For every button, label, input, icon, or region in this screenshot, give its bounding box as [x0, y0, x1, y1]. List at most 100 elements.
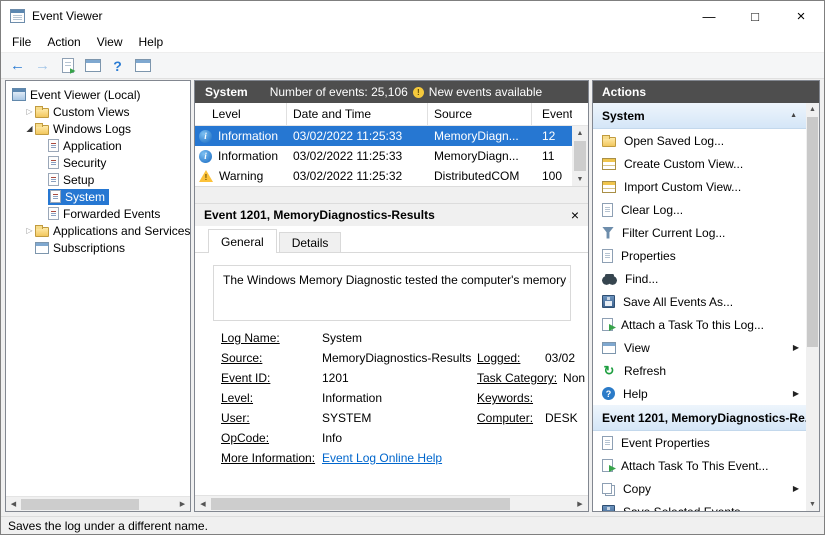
- action-help[interactable]: ? Help ▶: [593, 382, 806, 405]
- tree-label: Application: [63, 139, 122, 153]
- action-copy[interactable]: Copy ▶: [593, 477, 806, 500]
- forward-button[interactable]: →: [31, 55, 54, 77]
- tree-horizontal-scrollbar[interactable]: ◀ ▶: [6, 496, 190, 511]
- tree-item-setup[interactable]: Setup: [6, 171, 190, 188]
- console-tree-toggle-button[interactable]: [81, 55, 104, 77]
- action-view[interactable]: View ▶: [593, 336, 806, 359]
- tree-item-security[interactable]: Security: [6, 154, 190, 171]
- tree-item-forwarded-events[interactable]: Forwarded Events: [6, 205, 190, 222]
- table-row[interactable]: i Information 03/02/2022 11:25:33 Memory…: [195, 146, 588, 166]
- back-button[interactable]: ←: [6, 55, 29, 77]
- menu-file[interactable]: File: [4, 33, 39, 51]
- datetime-cell: 03/02/2022 11:25:33: [287, 149, 428, 163]
- column-header-event-id[interactable]: Event: [532, 103, 572, 125]
- action-filter-current-log[interactable]: Filter Current Log...: [593, 221, 806, 244]
- menubar: File Action View Help: [1, 31, 824, 52]
- field-label: Source:: [221, 351, 262, 365]
- chevron-collapsed-icon[interactable]: ▷: [24, 107, 35, 116]
- action-event-properties[interactable]: Event Properties: [593, 431, 806, 454]
- actions-vertical-scrollbar[interactable]: ▲ ▼: [806, 103, 819, 511]
- column-header-level[interactable]: Level: [195, 103, 287, 125]
- chevron-expanded-icon[interactable]: ◢: [24, 124, 35, 133]
- properties-icon: [602, 249, 613, 263]
- scroll-down-icon[interactable]: ▼: [806, 498, 819, 511]
- action-import-custom-view[interactable]: Import Custom View...: [593, 175, 806, 198]
- level-text: Information: [218, 149, 278, 163]
- export-list-button[interactable]: [56, 55, 79, 77]
- list-vertical-scrollbar[interactable]: ▲ ▼: [572, 126, 588, 186]
- scrollbar-thumb[interactable]: [21, 499, 139, 510]
- scrollbar-thumb[interactable]: [211, 498, 510, 510]
- help-button[interactable]: ?: [106, 55, 129, 77]
- action-pane-toggle-button[interactable]: [131, 55, 154, 77]
- chevron-collapsed-icon[interactable]: ▷: [24, 226, 35, 235]
- new-events-icon: !: [413, 87, 424, 98]
- tree-item-applications-and-services-logs[interactable]: ▷ Applications and Services Log: [6, 222, 190, 239]
- action-label: Create Custom View...: [624, 157, 802, 171]
- selected-tree-item-highlight: System: [48, 189, 109, 205]
- column-header-source[interactable]: Source: [428, 103, 532, 125]
- action-clear-log[interactable]: Clear Log...: [593, 198, 806, 221]
- action-save-selected-events[interactable]: Save Selected Events...: [593, 500, 806, 511]
- action-create-custom-view[interactable]: Create Custom View...: [593, 152, 806, 175]
- copy-icon: [602, 483, 612, 494]
- tab-details[interactable]: Details: [279, 232, 342, 253]
- detail-horizontal-scrollbar[interactable]: ◀ ▶: [195, 495, 588, 511]
- tree-item-application[interactable]: Application: [6, 137, 190, 154]
- field-label: Event ID:: [221, 371, 270, 385]
- field-label: OpCode:: [221, 431, 269, 445]
- datetime-cell: 03/02/2022 11:25:32: [287, 169, 428, 183]
- attach-task-icon: [602, 318, 613, 331]
- event-message-box[interactable]: The Windows Memory Diagnostic tested the…: [213, 265, 571, 321]
- scroll-up-icon[interactable]: ▲: [572, 126, 588, 140]
- table-row[interactable]: i Information 03/02/2022 11:25:33 Memory…: [195, 126, 588, 146]
- action-find[interactable]: Find...: [593, 267, 806, 290]
- filter-funnel-icon: [602, 227, 614, 239]
- actions-section-system[interactable]: System ▲: [593, 103, 806, 129]
- collapse-chevron-icon[interactable]: ▲: [784, 112, 797, 119]
- action-properties[interactable]: Properties: [593, 244, 806, 267]
- action-attach-task-to-event[interactable]: Attach Task To This Event...: [593, 454, 806, 477]
- tab-general[interactable]: General: [208, 229, 277, 253]
- maximize-button[interactable]: □: [732, 1, 778, 31]
- table-row[interactable]: ! Warning 03/02/2022 11:25:32 Distribute…: [195, 166, 588, 186]
- field-label: Logged:: [477, 351, 539, 365]
- actions-section-event[interactable]: Event 1201, MemoryDiagnostics-Re... ▲: [593, 405, 806, 431]
- menu-view[interactable]: View: [89, 33, 131, 51]
- detail-close-icon[interactable]: ×: [563, 207, 579, 223]
- event-log-online-help-link[interactable]: Event Log Online Help: [322, 451, 442, 465]
- close-button[interactable]: ×: [778, 1, 824, 31]
- scroll-up-icon[interactable]: ▲: [806, 103, 819, 116]
- action-attach-task-to-log[interactable]: Attach a Task To this Log...: [593, 313, 806, 336]
- menu-action[interactable]: Action: [39, 33, 88, 51]
- scroll-right-icon[interactable]: ▶: [572, 496, 588, 512]
- tree-label: Applications and Services Log: [53, 224, 190, 238]
- menu-help[interactable]: Help: [131, 33, 172, 51]
- scroll-right-icon[interactable]: ▶: [175, 497, 190, 512]
- field-label: Level:: [221, 391, 253, 405]
- tree-item-windows-logs[interactable]: ◢ Windows Logs: [6, 120, 190, 137]
- scrollbar-thumb[interactable]: [807, 117, 818, 347]
- minimize-button[interactable]: —: [686, 1, 732, 31]
- action-label: View: [624, 341, 785, 355]
- action-refresh[interactable]: ↻ Refresh: [593, 359, 806, 382]
- status-text: Saves the log under a different name.: [8, 519, 208, 533]
- submenu-arrow-icon: ▶: [793, 484, 799, 493]
- attach-task-icon: [602, 459, 613, 472]
- column-header-date-and-time[interactable]: Date and Time: [287, 103, 428, 125]
- tree-item-subscriptions[interactable]: Subscriptions: [6, 239, 190, 256]
- tree-item-custom-views[interactable]: ▷ Custom Views: [6, 103, 190, 120]
- scroll-left-icon[interactable]: ◀: [195, 496, 211, 512]
- scrollbar-thumb[interactable]: [574, 141, 586, 171]
- action-save-all-events-as[interactable]: Save All Events As...: [593, 290, 806, 313]
- scroll-left-icon[interactable]: ◀: [6, 497, 21, 512]
- scroll-down-icon[interactable]: ▼: [572, 172, 588, 186]
- tree-root-event-viewer-local[interactable]: Event Viewer (Local): [6, 86, 190, 103]
- list-title: System: [205, 85, 248, 99]
- save-disk-icon: [602, 505, 615, 511]
- pane-splitter[interactable]: [195, 186, 588, 204]
- tree-item-system[interactable]: System: [6, 188, 190, 205]
- action-pane-icon: [135, 59, 151, 72]
- action-open-saved-log[interactable]: Open Saved Log...: [593, 129, 806, 152]
- field-value: DESK: [545, 411, 578, 425]
